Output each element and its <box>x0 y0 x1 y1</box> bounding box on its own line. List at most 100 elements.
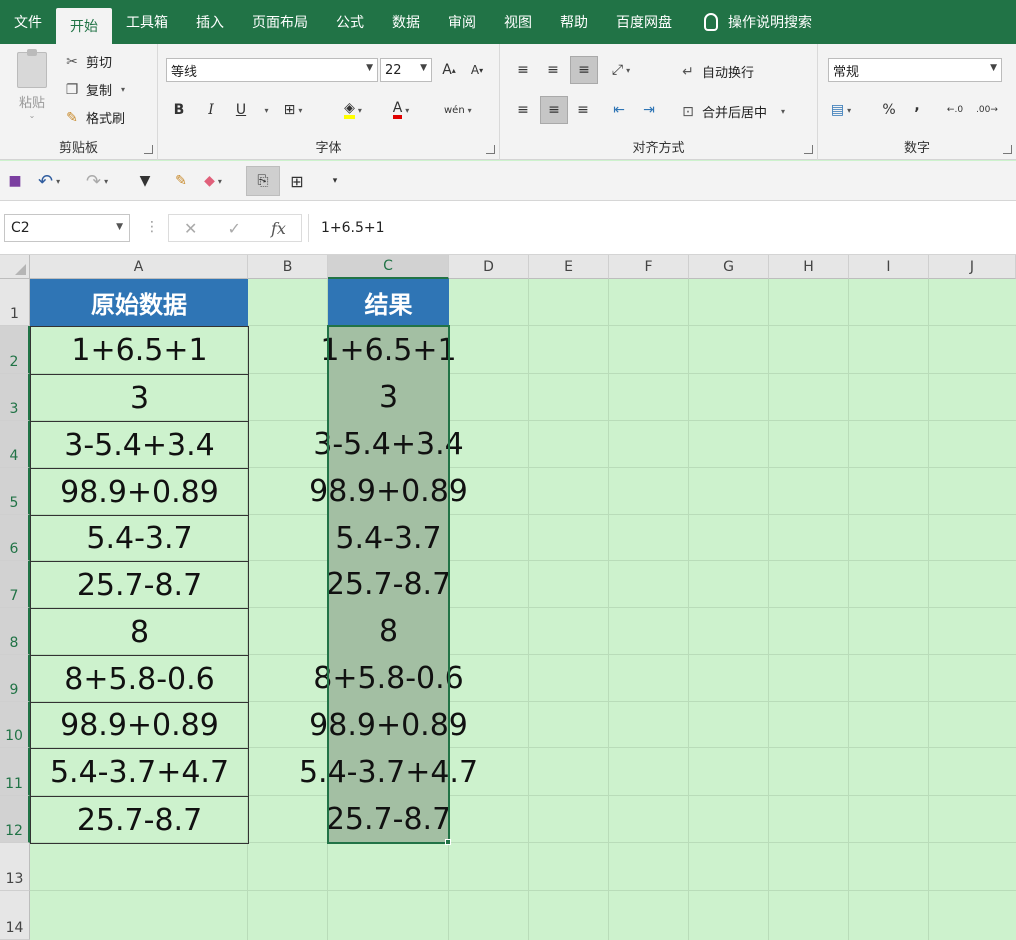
cell-c10[interactable]: 98.9+0.89 <box>309 702 468 748</box>
cell-a12[interactable]: 25.7-8.7 <box>30 796 249 844</box>
cell-c6[interactable]: 5.4-3.7 <box>328 515 449 561</box>
tab-baidu-netdisk[interactable]: 百度网盘 <box>602 0 686 44</box>
tab-page-layout[interactable]: 页面布局 <box>238 0 322 44</box>
cell-a6[interactable]: 5.4-3.7 <box>30 515 249 562</box>
fill-handle[interactable] <box>445 839 451 845</box>
align-top-button[interactable]: ≡ <box>512 58 534 82</box>
column-header-f[interactable]: F <box>609 255 689 279</box>
insert-function-icon[interactable]: fx <box>271 219 286 238</box>
tab-insert[interactable]: 插入 <box>182 0 238 44</box>
paste-button[interactable]: 粘贴 ⌄ <box>12 49 52 122</box>
align-center-button[interactable]: ≡ <box>540 96 568 124</box>
column-header-i[interactable]: I <box>849 255 929 279</box>
cell-c9[interactable]: 8+5.8-0.6 <box>313 655 463 702</box>
cell-c8[interactable]: 8 <box>328 608 449 655</box>
column-header-j[interactable]: J <box>929 255 1016 279</box>
filter-button[interactable]: ▼ <box>134 169 156 193</box>
increase-decimal-button[interactable]: ←.0 <box>944 98 966 122</box>
row-header-11[interactable]: 11 <box>0 748 30 796</box>
accounting-format-button[interactable]: ▤ ▾ <box>830 98 852 122</box>
wrap-text-button[interactable]: ↵ 自动换行 <box>680 62 754 82</box>
column-header-b[interactable]: B <box>248 255 328 279</box>
name-box[interactable]: C2 ▼ <box>4 214 130 242</box>
cell-c5[interactable]: 98.9+0.89 <box>309 468 468 515</box>
save-button[interactable]: ■ <box>4 169 26 193</box>
row-header-5[interactable]: 5 <box>0 468 30 515</box>
row-header-6[interactable]: 6 <box>0 515 30 561</box>
cell-a2[interactable]: 1+6.5+1 <box>30 326 249 375</box>
underline-caret-icon[interactable]: ▾ <box>254 98 276 122</box>
tab-view[interactable]: 视图 <box>490 0 546 44</box>
row-header-2[interactable]: 2 <box>0 326 30 374</box>
cell-c12[interactable]: 25.7-8.7 <box>326 796 451 843</box>
borders-button[interactable]: ⊞ <box>286 169 308 193</box>
row-header-1[interactable]: 1 <box>0 279 30 326</box>
underline-button[interactable]: U <box>230 98 252 122</box>
font-launcher-icon[interactable] <box>486 145 495 154</box>
grow-font-button[interactable]: A ▴ <box>438 58 460 82</box>
cell-c4[interactable]: 3-5.4+3.4 <box>313 421 463 468</box>
italic-button[interactable]: I <box>200 98 222 122</box>
number-format-combo[interactable]: 常规 ▼ <box>828 58 1002 82</box>
cell-c2[interactable]: 1+6.5+1 <box>320 326 456 374</box>
cell-a3[interactable]: 3 <box>30 374 249 422</box>
row-header-14[interactable]: 14 <box>0 891 30 940</box>
undo-button[interactable]: ↶ ▾ <box>38 169 60 193</box>
cell-a10[interactable]: 98.9+0.89 <box>30 702 249 749</box>
cell-a1-header[interactable]: 原始数据 <box>30 279 248 326</box>
comma-style-button[interactable]: , <box>906 94 928 118</box>
column-header-e[interactable]: E <box>529 255 609 279</box>
row-header-10[interactable]: 10 <box>0 702 30 748</box>
cell-a7[interactable]: 25.7-8.7 <box>30 561 249 609</box>
row-header-12[interactable]: 12 <box>0 796 30 843</box>
paste-values-button[interactable]: ⎘ <box>246 166 280 196</box>
phonetic-button[interactable]: wén ▾ <box>444 98 472 122</box>
tab-home[interactable]: 开始 <box>56 8 112 44</box>
column-header-c[interactable]: C <box>328 255 449 279</box>
tell-me-search[interactable]: 操作说明搜索 <box>704 0 812 44</box>
copy-button[interactable]: ❐ 复制 ▾ <box>64 80 125 100</box>
decrease-decimal-button[interactable]: .00→ <box>976 98 998 122</box>
tab-toolbox[interactable]: 工具箱 <box>112 0 182 44</box>
cell-a8[interactable]: 8 <box>30 608 249 656</box>
customize-qat-button[interactable]: ▾ <box>324 169 346 193</box>
row-header-4[interactable]: 4 <box>0 421 30 468</box>
decrease-indent-button[interactable]: ⇤ <box>608 98 630 122</box>
tab-formulas[interactable]: 公式 <box>322 0 378 44</box>
border-button[interactable]: ⊞ ▾ <box>282 98 304 122</box>
brush-tool-button[interactable]: ✎ <box>170 169 192 193</box>
cut-button[interactable]: ✂ 剪切 <box>64 52 112 72</box>
cell-c3[interactable]: 3 <box>328 374 449 421</box>
cell-a4[interactable]: 3-5.4+3.4 <box>30 421 249 469</box>
column-header-a[interactable]: A <box>30 255 248 279</box>
cell-c1-header[interactable]: 结果 <box>328 279 449 326</box>
cell-a11[interactable]: 5.4-3.7+4.7 <box>30 748 249 797</box>
tab-file[interactable]: 文件 <box>0 0 56 44</box>
align-right-button[interactable]: ≡ <box>572 98 594 122</box>
font-color-button[interactable]: A ▾ <box>390 98 412 122</box>
clipboard-launcher-icon[interactable] <box>144 145 153 154</box>
tab-review[interactable]: 审阅 <box>434 0 490 44</box>
column-header-d[interactable]: D <box>449 255 529 279</box>
alignment-launcher-icon[interactable] <box>804 145 813 154</box>
fill-color-button[interactable]: ◈ ▾ <box>342 98 364 122</box>
merge-center-button[interactable]: ⊡ 合并后居中 ▾ <box>680 102 785 122</box>
align-left-button[interactable]: ≡ <box>512 98 534 122</box>
formula-input[interactable]: 1+6.5+1 <box>308 214 1016 242</box>
align-middle-button[interactable]: ≡ <box>542 58 564 82</box>
column-header-h[interactable]: H <box>769 255 849 279</box>
row-header-8[interactable]: 8 <box>0 608 30 655</box>
redo-button[interactable]: ↷ ▾ <box>86 169 108 193</box>
tab-help[interactable]: 帮助 <box>546 0 602 44</box>
font-size-combo[interactable]: 22 ▼ <box>380 58 432 82</box>
cell-a5[interactable]: 98.9+0.89 <box>30 468 249 516</box>
font-name-combo[interactable]: 等线 ▼ <box>166 58 378 82</box>
clear-button[interactable]: ◆ ▾ <box>202 169 224 193</box>
cancel-icon[interactable]: ✕ <box>184 219 197 238</box>
row-header-13[interactable]: 13 <box>0 843 30 891</box>
cell-a9[interactable]: 8+5.8-0.6 <box>30 655 249 703</box>
select-all-corner[interactable] <box>0 255 30 279</box>
format-painter-button[interactable]: ✎ 格式刷 <box>64 108 125 128</box>
shrink-font-button[interactable]: A ▾ <box>466 58 488 82</box>
cell-c7[interactable]: 25.7-8.7 <box>326 561 451 608</box>
